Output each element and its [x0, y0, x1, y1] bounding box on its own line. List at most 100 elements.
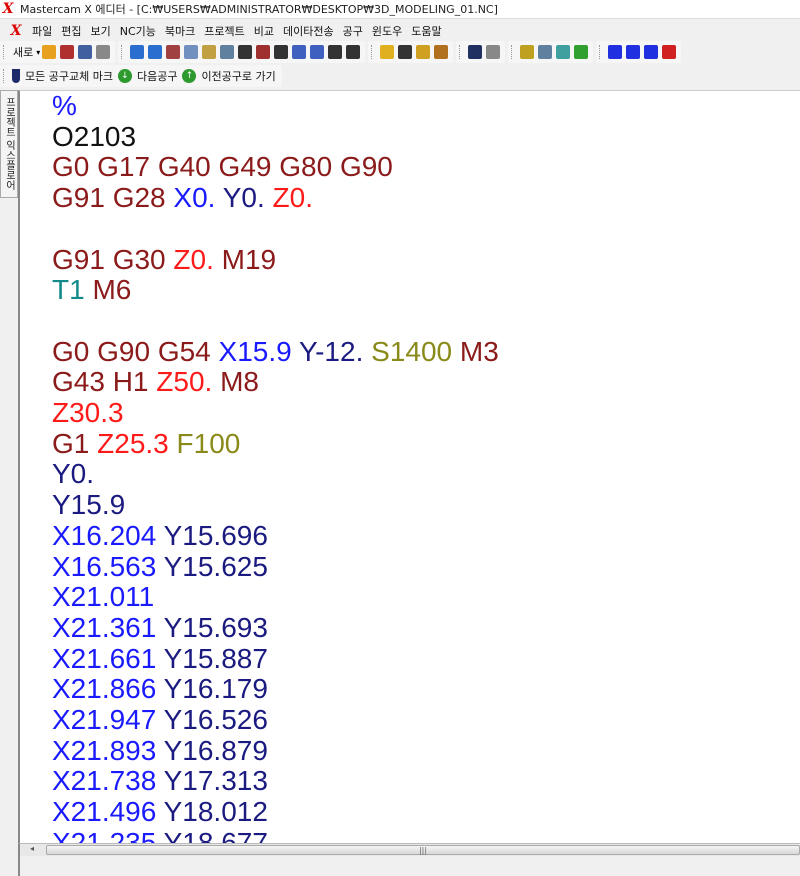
folder-edit-icon[interactable]	[434, 45, 449, 59]
code-line[interactable]	[52, 306, 499, 337]
code-line[interactable]: X21.235 Y18.677	[52, 826, 499, 843]
code-line[interactable]: X21.496 Y18.012	[52, 796, 499, 828]
menu-item[interactable]: 도움말	[411, 23, 441, 39]
find-next-icon[interactable]	[238, 45, 253, 59]
dialog-icon[interactable]	[538, 45, 553, 59]
code-line[interactable]: G91 G30 Z0. M19	[52, 244, 499, 276]
code-token: X16.563	[52, 550, 157, 582]
code-token: X21.496	[52, 796, 157, 828]
new-button[interactable]: 새로	[13, 44, 33, 60]
code-line[interactable]: X21.866 Y16.179	[52, 674, 499, 705]
code-token: Y15.625	[156, 550, 268, 582]
code-token: Z30.3	[52, 397, 124, 429]
toolbar-grip[interactable]	[599, 45, 602, 59]
redo-icon[interactable]	[148, 45, 163, 59]
code-line[interactable]: Y0.	[52, 459, 499, 490]
code-editor[interactable]: % O2103 G0 G17 G40 G49 G80 G90 G91 G28 X0. …	[18, 90, 800, 843]
code-line[interactable]: G91 G28 X0. Y0. Z0.	[52, 182, 499, 214]
code-line[interactable]: X21.738 Y17.313	[52, 766, 499, 797]
mark-all-button[interactable]: 모든 공구교체 마크	[10, 68, 116, 84]
code-token: Y18.677	[156, 826, 268, 843]
code-token: Y16.879	[156, 734, 268, 766]
code-line[interactable]: Z30.3	[52, 397, 499, 429]
table-icon[interactable]	[60, 45, 75, 59]
code-line[interactable]: G0 G90 G54 X15.9 Y-12. S1400 M3	[52, 335, 499, 368]
menu-item[interactable]: 파일	[32, 23, 52, 39]
code-token: G1	[52, 427, 98, 459]
code-line[interactable]: X21.893 Y16.879	[52, 734, 499, 767]
flag-delete-icon[interactable]	[662, 45, 677, 59]
toolbar-grip[interactable]	[3, 69, 6, 83]
flag-next-icon[interactable]	[626, 45, 641, 59]
menu-item[interactable]: NC기능	[120, 23, 156, 39]
open-icon[interactable]	[42, 45, 57, 59]
nc-code[interactable]: % O2103 G0 G17 G40 G49 G80 G90 G91 G28 X0. …	[52, 91, 499, 843]
menu-item[interactable]: 공구	[343, 23, 363, 39]
code-token: X16.204	[52, 519, 157, 551]
outdent-icon[interactable]	[346, 45, 361, 59]
code-line[interactable]: X21.011	[52, 581, 499, 613]
code-token: Y16.526	[156, 704, 268, 736]
project-explorer-tab[interactable]: 프로젝트 익스플로어	[0, 90, 18, 198]
info-icon[interactable]	[486, 45, 501, 59]
code-line[interactable]: %	[52, 91, 499, 122]
code-line[interactable]: X21.661 Y15.887	[52, 643, 499, 675]
code-line[interactable]: X21.361 Y15.693	[52, 611, 499, 644]
code-line[interactable]: X16.204 Y15.696	[52, 519, 499, 552]
tree-icon[interactable]	[520, 45, 535, 59]
menu-item[interactable]: 데이타전송	[283, 23, 334, 39]
flag-prev-icon[interactable]	[644, 45, 659, 59]
replace-icon[interactable]	[256, 45, 271, 59]
flag-icon[interactable]	[608, 45, 623, 59]
filter-icon[interactable]	[380, 45, 395, 59]
title-bar: X Mastercam X 에디터 - [C:₩USERS₩ADMINISTRA…	[0, 0, 800, 19]
mdi-logo-icon[interactable]: X	[8, 23, 24, 39]
copy-icon[interactable]	[184, 45, 199, 59]
indent-icon[interactable]	[328, 45, 343, 59]
code-line[interactable]: X16.563 Y15.625	[52, 550, 499, 583]
paste-icon[interactable]	[202, 45, 217, 59]
menu-item[interactable]: 편집	[61, 23, 81, 39]
link-b-icon[interactable]	[574, 45, 589, 59]
console-icon[interactable]	[468, 45, 483, 59]
link-a-icon[interactable]	[556, 45, 571, 59]
scrollbar-thumb[interactable]: |||	[46, 845, 800, 855]
code-line[interactable]: G1 Z25.3 F100	[52, 427, 499, 460]
menu-item[interactable]: 비교	[254, 23, 274, 39]
code-line[interactable]: T1 M6	[52, 274, 499, 306]
menu-item[interactable]: 북마크	[165, 23, 195, 39]
code-line[interactable]	[52, 214, 499, 245]
save-icon[interactable]	[78, 45, 93, 59]
code-token: F100	[168, 427, 241, 459]
toolbar-grip[interactable]	[511, 45, 514, 59]
prev-tool-button[interactable]: ↑ 이전공구로 가기	[180, 68, 278, 84]
code-token: Y-12.	[291, 335, 364, 367]
horizontal-scrollbar[interactable]: ◂ |||	[18, 843, 800, 856]
menu-item[interactable]: 윈도우	[372, 23, 402, 39]
mastercam-x-icon[interactable]	[398, 45, 413, 59]
code-line[interactable]: G43 H1 Z50. M8	[52, 366, 499, 398]
new-dropdown-icon[interactable]: ▾	[36, 48, 40, 57]
code-token: Y15.693	[156, 611, 268, 643]
toolbar-grip[interactable]	[121, 45, 124, 59]
cut-icon[interactable]	[166, 45, 181, 59]
toolbar-grip[interactable]	[371, 45, 374, 59]
print-icon[interactable]	[96, 45, 111, 59]
find-icon[interactable]	[220, 45, 235, 59]
code-line[interactable]: X21.947 Y16.526	[52, 704, 499, 736]
undo-icon[interactable]	[130, 45, 145, 59]
code-line[interactable]: Y15.9	[52, 489, 499, 521]
toolbar-grip[interactable]	[3, 45, 6, 59]
code-line[interactable]: O2103	[52, 121, 499, 153]
menu-item[interactable]: 보기	[91, 23, 111, 39]
scroll-left-icon[interactable]: ◂	[30, 844, 34, 853]
code-line[interactable]: G0 G17 G40 G49 G80 G90	[52, 152, 499, 183]
toolbar-grip[interactable]	[459, 45, 462, 59]
goto-icon[interactable]	[274, 45, 289, 59]
bookmark-icon[interactable]	[310, 45, 325, 59]
menu-item[interactable]: 프로젝트	[204, 23, 244, 39]
list-icon[interactable]	[292, 45, 307, 59]
folder-up-icon[interactable]	[416, 45, 431, 59]
next-tool-button[interactable]: ↓ 다음공구	[116, 68, 180, 84]
shield-icon	[12, 69, 20, 83]
